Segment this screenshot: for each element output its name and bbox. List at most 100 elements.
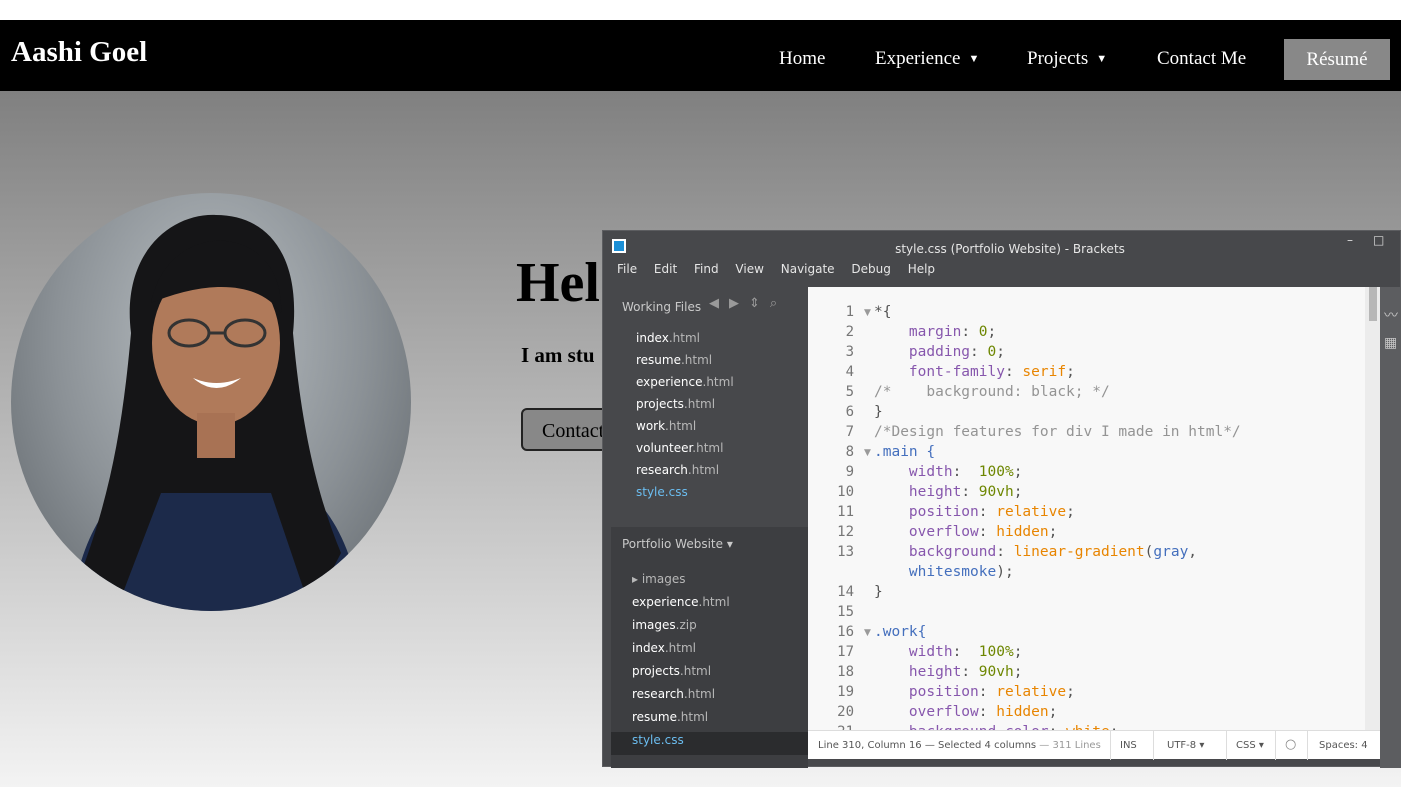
code-token: width xyxy=(874,464,953,480)
scrollbar-thumb[interactable] xyxy=(1369,287,1377,321)
line-number: 12 xyxy=(837,524,854,540)
code-token: ); xyxy=(996,564,1014,580)
back-icon[interactable]: ◀ xyxy=(709,296,719,311)
tree-file[interactable]: images.zip xyxy=(632,617,808,640)
insert-mode[interactable]: INS xyxy=(1120,740,1137,751)
line-number: 8 xyxy=(845,444,854,460)
line-number: 2 xyxy=(845,324,854,340)
encoding-select[interactable]: UTF-8 ▾ xyxy=(1167,740,1204,751)
code-selector: .main { xyxy=(874,444,936,460)
site-brand[interactable]: Aashi Goel xyxy=(11,36,147,69)
code-line: padding: 0; xyxy=(874,344,1005,360)
line-number: 7 xyxy=(845,424,854,440)
line-count: — 311 Lines xyxy=(1036,740,1101,751)
line-number: 13 xyxy=(837,544,854,560)
file-name: projects xyxy=(636,397,684,411)
code-line: height: 90vh; xyxy=(874,664,1023,680)
code-line: position: relative; xyxy=(874,504,1075,520)
live-preview-icon[interactable]: 〰 xyxy=(1384,305,1398,325)
line-number: 10 xyxy=(837,484,854,500)
working-files-toolbar: ◀ ▶ ⇕ ⌕ xyxy=(709,296,787,311)
tree-file-selected[interactable]: style.css xyxy=(611,732,808,755)
code-selector: .work{ xyxy=(874,624,927,640)
code-token: relative xyxy=(996,684,1067,700)
file-ext: .css xyxy=(664,485,688,499)
file-ext: .zip xyxy=(675,618,697,632)
nav-experience[interactable]: Experience ▼ xyxy=(875,48,979,70)
tree-file[interactable]: index.html xyxy=(632,640,808,663)
fold-arrow-icon[interactable]: ▼ xyxy=(864,448,871,458)
hero-heading: Hel xyxy=(516,252,600,314)
code-line: .work{ xyxy=(874,624,926,640)
file-name: work xyxy=(636,419,666,433)
menu-view[interactable]: View xyxy=(735,262,763,276)
fold-arrow-icon[interactable]: ▼ xyxy=(864,628,871,638)
file-name: volunteer xyxy=(636,441,693,455)
working-file-experience[interactable]: experience.html xyxy=(636,374,734,396)
sort-icon[interactable]: ⇕ xyxy=(749,296,760,311)
tree-file[interactable]: resume.html xyxy=(632,709,808,732)
code-token: background xyxy=(874,544,997,560)
menu-find[interactable]: Find xyxy=(694,262,719,276)
code-token: } xyxy=(874,584,883,600)
search-icon[interactable]: ⌕ xyxy=(770,296,777,311)
code-token: 0 xyxy=(978,324,988,340)
indent-setting[interactable]: Spaces: 4 xyxy=(1319,740,1368,751)
working-file-work[interactable]: work.html xyxy=(636,418,734,440)
menu-file[interactable]: File xyxy=(617,262,637,276)
editor-scrollbar[interactable] xyxy=(1365,287,1380,759)
menu-navigate[interactable]: Navigate xyxy=(781,262,835,276)
status-divider xyxy=(1110,731,1111,760)
language-select[interactable]: CSS ▾ xyxy=(1236,740,1264,751)
code-comment: /*Design features for div I made in html… xyxy=(874,424,1241,440)
line-number: 16 xyxy=(837,624,854,640)
file-name: ▸ images xyxy=(632,572,686,586)
working-file-projects[interactable]: projects.html xyxy=(636,396,734,418)
tree-file[interactable]: research.html xyxy=(632,686,808,709)
code-token: relative xyxy=(996,504,1067,520)
project-dropdown[interactable]: Portfolio Website ▾ xyxy=(622,537,733,551)
code-token: : xyxy=(978,684,997,700)
code-token: : xyxy=(978,704,997,720)
code-token: gray xyxy=(1153,544,1189,560)
fold-arrow-icon[interactable]: ▼ xyxy=(864,308,871,318)
nav-home[interactable]: Home xyxy=(779,48,825,70)
caret-down-icon: ▼ xyxy=(1096,53,1108,65)
working-file-style-active[interactable]: style.css xyxy=(636,484,734,506)
working-file-research[interactable]: research.html xyxy=(636,462,734,484)
forward-icon[interactable]: ▶ xyxy=(729,296,739,311)
working-file-resume[interactable]: resume.html xyxy=(636,352,734,374)
code-token: ; xyxy=(1013,644,1023,660)
tree-folder-images[interactable]: ▸ images xyxy=(632,571,808,594)
code-token: width xyxy=(874,644,953,660)
menu-help[interactable]: Help xyxy=(908,262,935,276)
working-file-volunteer[interactable]: volunteer.html xyxy=(636,440,734,462)
tree-file[interactable]: projects.html xyxy=(632,663,808,686)
code-token: ; xyxy=(1013,484,1023,500)
code-token: ; xyxy=(1066,684,1075,700)
nav-projects-label: Projects xyxy=(1027,48,1089,69)
extension-manager-icon[interactable]: ▦ xyxy=(1384,335,1397,351)
code-token: ; xyxy=(1066,504,1075,520)
status-divider xyxy=(1275,731,1276,760)
file-name: research xyxy=(636,463,688,477)
file-ext: .html xyxy=(664,641,696,655)
code-editor[interactable]: 1 2 3 4 5 6 7 8 9 10 11 12 13 14 15 16 1… xyxy=(808,287,1380,759)
working-file-index[interactable]: index.html xyxy=(636,330,734,352)
cursor-position[interactable]: Line 310, Column 16 — Selected 4 columns… xyxy=(818,740,1101,751)
nav-contact[interactable]: Contact Me xyxy=(1157,48,1246,70)
nav-projects[interactable]: Projects ▼ xyxy=(1027,48,1107,70)
tree-file[interactable]: experience.html xyxy=(632,594,808,617)
resume-button[interactable]: Résumé xyxy=(1284,39,1390,80)
code-token: : xyxy=(996,544,1014,560)
working-files-list: index.html resume.html experience.html p… xyxy=(636,330,734,506)
code-token: : xyxy=(978,524,997,540)
window-titlebar[interactable]: style.css (Portfolio Website) - Brackets… xyxy=(603,231,1401,259)
minimize-button[interactable]: – xyxy=(1347,233,1353,247)
code-token: overflow xyxy=(874,704,979,720)
menu-debug[interactable]: Debug xyxy=(851,262,890,276)
code-token: ; xyxy=(996,344,1005,360)
linter-status-icon[interactable]: ○ xyxy=(1285,737,1296,752)
maximize-button[interactable]: □ xyxy=(1373,233,1384,247)
menu-edit[interactable]: Edit xyxy=(654,262,677,276)
